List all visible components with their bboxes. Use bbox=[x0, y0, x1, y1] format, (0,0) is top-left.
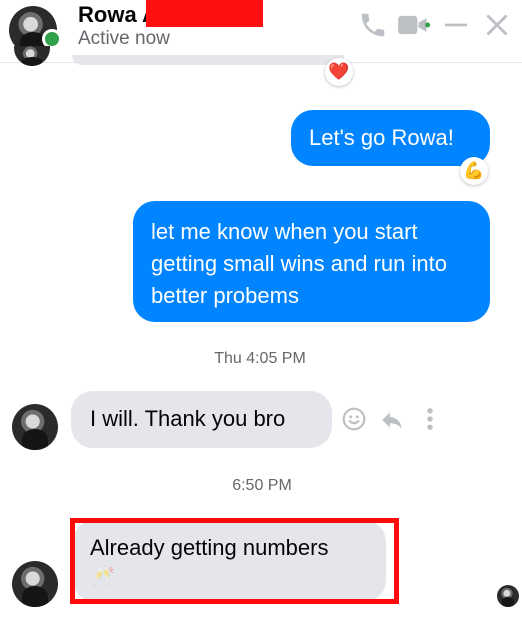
message-timestamp: Thu 4:05 PM bbox=[214, 350, 306, 367]
seen-receipt-avatar bbox=[497, 585, 519, 607]
video-icon[interactable] bbox=[397, 10, 431, 40]
chat-header: Rowa A Active now bbox=[0, 0, 522, 63]
close-icon[interactable] bbox=[484, 12, 510, 38]
sent-message-bubble[interactable]: let me know when you start getting small… bbox=[133, 201, 490, 322]
message-text: I will. Thank you bro bbox=[90, 406, 286, 431]
minimize-icon[interactable] bbox=[443, 12, 469, 38]
phone-icon[interactable] bbox=[358, 10, 388, 40]
contact-avatar-small[interactable] bbox=[12, 561, 58, 607]
received-message-bubble[interactable]: I will. Thank you bro bbox=[71, 391, 332, 448]
more-options-icon[interactable] bbox=[419, 405, 441, 433]
contact-avatar-small[interactable] bbox=[12, 404, 58, 450]
message-text: let me know when you start getting small… bbox=[151, 219, 447, 308]
message-timestamp: 6:50 PM bbox=[232, 477, 292, 494]
highlight-box bbox=[70, 518, 399, 604]
contact-status: Active now bbox=[78, 28, 170, 49]
sent-message-bubble[interactable]: Let's go Rowa! bbox=[291, 110, 490, 166]
previous-message-bubble[interactable] bbox=[72, 55, 344, 65]
contact-avatar-small bbox=[14, 46, 50, 66]
message-text: Let's go Rowa! bbox=[309, 125, 454, 150]
redaction-box bbox=[146, 0, 263, 27]
heart-reaction[interactable]: ❤️ bbox=[325, 58, 353, 86]
flexed-biceps-reaction[interactable]: 💪 bbox=[460, 157, 488, 185]
reply-icon[interactable] bbox=[378, 407, 406, 433]
react-icon[interactable] bbox=[341, 406, 367, 432]
